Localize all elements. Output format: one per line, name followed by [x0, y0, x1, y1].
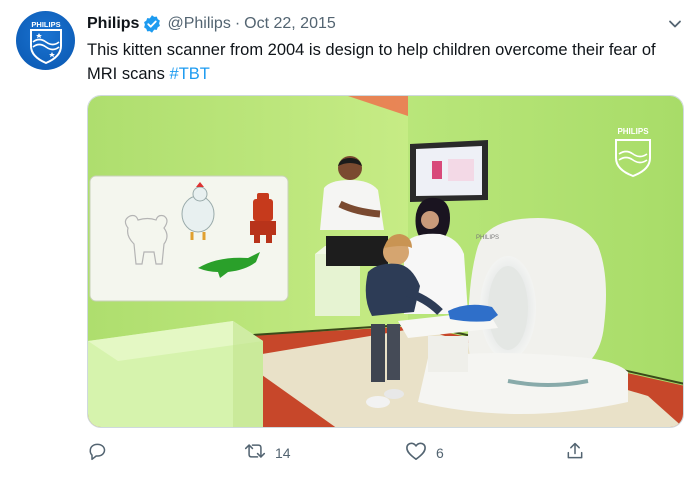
mri-brand-label: PHILIPS: [476, 235, 499, 241]
tweet-text: This kitten scanner from 2004 is design …: [87, 38, 687, 86]
heart-icon: [405, 441, 427, 466]
retweet-button[interactable]: 14: [244, 440, 291, 466]
like-count: 6: [436, 445, 444, 461]
share-button[interactable]: [565, 440, 594, 466]
tweet-actions: 14 6: [87, 440, 587, 466]
author-handle[interactable]: @Philips: [167, 15, 230, 33]
mri-room-photo: PHILIPS PHILIPS: [88, 96, 683, 427]
verified-badge-icon: [142, 14, 162, 34]
tweet-header: Philips @Philips · Oct 22, 2015: [87, 13, 336, 35]
share-icon: [565, 441, 585, 466]
reply-icon: [87, 441, 107, 466]
retweet-icon: [244, 441, 266, 466]
reply-button[interactable]: [87, 440, 116, 466]
hashtag-link[interactable]: #TBT: [170, 65, 210, 83]
tweet[interactable]: PHILIPS Philips @Philips · Oct 22, 2015 …: [0, 0, 700, 478]
more-options-icon[interactable]: [665, 14, 685, 34]
header-separator: ·: [234, 15, 241, 32]
avatar-logo-text: PHILIPS: [31, 20, 60, 29]
author-name[interactable]: Philips: [87, 15, 139, 33]
like-button[interactable]: 6: [405, 440, 444, 466]
avatar[interactable]: PHILIPS: [16, 11, 75, 70]
tweet-date[interactable]: Oct 22, 2015: [244, 15, 336, 33]
tweet-image[interactable]: PHILIPS PHILIPS: [87, 95, 684, 428]
image-watermark-text: PHILIPS: [617, 127, 649, 136]
philips-shield-logo: PHILIPS: [29, 20, 62, 64]
retweet-count: 14: [275, 445, 291, 461]
